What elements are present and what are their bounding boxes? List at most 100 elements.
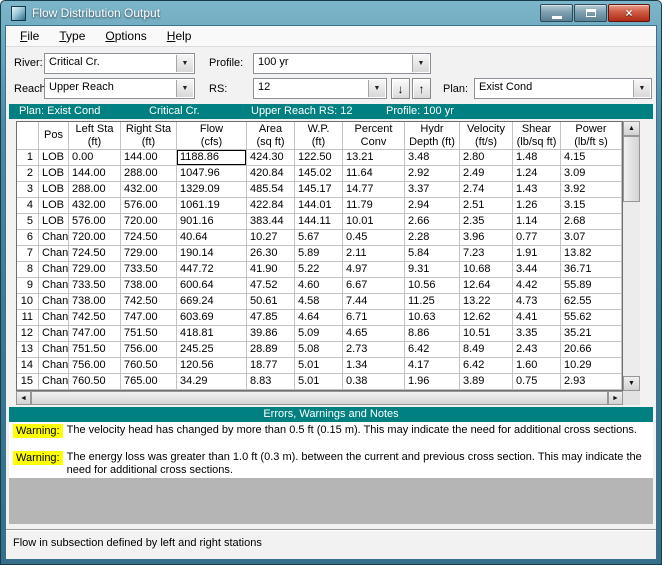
table-cell[interactable]: 13.22	[460, 294, 513, 310]
table-cell[interactable]: 3.37	[405, 182, 460, 198]
table-cell[interactable]: 14.77	[343, 182, 405, 198]
table-cell[interactable]: 756.00	[69, 358, 121, 374]
table-cell[interactable]: 62.55	[561, 294, 622, 310]
table-cell[interactable]: 1.91	[513, 246, 561, 262]
table-cell[interactable]: 8.83	[247, 374, 295, 390]
table-cell[interactable]: 288.00	[121, 166, 177, 182]
table-cell[interactable]: 4.60	[295, 278, 343, 294]
table-cell[interactable]: Chan	[39, 374, 69, 390]
table-cell[interactable]: 11.79	[343, 198, 405, 214]
table-cell[interactable]: 3.89	[460, 374, 513, 390]
table-cell[interactable]: 10.56	[405, 278, 460, 294]
table-cell[interactable]: 8.86	[405, 326, 460, 342]
table-cell[interactable]: 418.81	[177, 326, 247, 342]
table-cell[interactable]: 2.43	[513, 342, 561, 358]
table-cell[interactable]: 120.56	[177, 358, 247, 374]
table-cell[interactable]: 41.90	[247, 262, 295, 278]
table-cell[interactable]: 738.00	[121, 278, 177, 294]
table-cell[interactable]: 747.00	[121, 310, 177, 326]
table-cell[interactable]: 18.77	[247, 358, 295, 374]
table-cell[interactable]: 1.26	[513, 198, 561, 214]
table-cell[interactable]: Chan	[39, 278, 69, 294]
table-cell[interactable]: 55.62	[561, 310, 622, 326]
table-cell[interactable]: 6.67	[343, 278, 405, 294]
table-cell[interactable]: 47.52	[247, 278, 295, 294]
table-cell[interactable]: LOB	[39, 198, 69, 214]
table-cell[interactable]: 1.34	[343, 358, 405, 374]
table-cell[interactable]: 11.25	[405, 294, 460, 310]
chevron-down-icon[interactable]: ▼	[176, 55, 193, 72]
table-cell[interactable]: 8.49	[460, 342, 513, 358]
table-cell[interactable]: 1329.09	[177, 182, 247, 198]
table-cell[interactable]: 1047.96	[177, 166, 247, 182]
table-cell[interactable]: 2.11	[343, 246, 405, 262]
table-cell[interactable]: 36.71	[561, 262, 622, 278]
table-cell[interactable]: 2.28	[405, 230, 460, 246]
table-cell[interactable]: 765.00	[121, 374, 177, 390]
table-cell[interactable]: 432.00	[121, 182, 177, 198]
table-cell[interactable]: 5.22	[295, 262, 343, 278]
table-cell[interactable]: 432.00	[69, 198, 121, 214]
table-cell[interactable]: 738.00	[69, 294, 121, 310]
table-cell[interactable]: 1.24	[513, 166, 561, 182]
table-cell[interactable]: 6.71	[343, 310, 405, 326]
table-cell[interactable]: 2.49	[460, 166, 513, 182]
table-cell[interactable]: 5.09	[295, 326, 343, 342]
horizontal-scroll-thumb[interactable]	[31, 391, 608, 405]
table-cell[interactable]: Chan	[39, 246, 69, 262]
table-cell[interactable]: 50.61	[247, 294, 295, 310]
table-cell[interactable]: 729.00	[121, 246, 177, 262]
table-cell[interactable]: LOB	[39, 182, 69, 198]
chevron-down-icon[interactable]: ▼	[176, 80, 193, 97]
menu-file[interactable]: File	[12, 27, 47, 45]
table-cell[interactable]: 288.00	[69, 182, 121, 198]
table-cell[interactable]: 40.64	[177, 230, 247, 246]
table-cell[interactable]: 1.60	[513, 358, 561, 374]
table-cell[interactable]: 1061.19	[177, 198, 247, 214]
vertical-scrollbar[interactable]: ▲ ▼	[623, 121, 640, 391]
horizontal-scroll-track[interactable]	[31, 391, 608, 405]
table-cell[interactable]: 4.17	[405, 358, 460, 374]
scroll-right-button[interactable]: ►	[608, 391, 623, 405]
table-cell[interactable]: 122.50	[295, 150, 343, 166]
table-cell[interactable]: Chan	[39, 310, 69, 326]
table-cell[interactable]: 760.50	[69, 374, 121, 390]
table-cell[interactable]: 9.31	[405, 262, 460, 278]
chevron-down-icon[interactable]: ▼	[412, 55, 429, 72]
rs-next-button[interactable]: ↑	[412, 78, 431, 99]
table-cell[interactable]: 2.74	[460, 182, 513, 198]
table-cell[interactable]: 144.00	[69, 166, 121, 182]
scroll-up-button[interactable]: ▲	[623, 121, 640, 136]
table-cell[interactable]: 10.68	[460, 262, 513, 278]
table-cell[interactable]: 5.84	[405, 246, 460, 262]
table-cell[interactable]: 26.30	[247, 246, 295, 262]
table-cell[interactable]: Chan	[39, 342, 69, 358]
title-bar[interactable]: Flow Distribution Output ×	[5, 1, 657, 25]
table-cell[interactable]: 144.11	[295, 214, 343, 230]
table-cell[interactable]: 20.66	[561, 342, 622, 358]
table-cell[interactable]: 145.17	[295, 182, 343, 198]
table-cell[interactable]: 3.96	[460, 230, 513, 246]
rs-dropdown[interactable]: 12 ▼	[253, 78, 387, 99]
minimize-button[interactable]	[540, 4, 573, 22]
table-cell[interactable]: 13.82	[561, 246, 622, 262]
river-dropdown[interactable]: Critical Cr. ▼	[44, 53, 195, 74]
table-cell[interactable]: 0.45	[343, 230, 405, 246]
table-cell[interactable]: 1.96	[405, 374, 460, 390]
table-cell[interactable]: 4.41	[513, 310, 561, 326]
table-cell[interactable]: 600.64	[177, 278, 247, 294]
table-cell[interactable]: 2.51	[460, 198, 513, 214]
table-cell[interactable]: 4.64	[295, 310, 343, 326]
table-cell[interactable]: 190.14	[177, 246, 247, 262]
table-cell[interactable]: 5.01	[295, 358, 343, 374]
table-cell[interactable]: 12.64	[460, 278, 513, 294]
vertical-scroll-thumb[interactable]	[623, 136, 640, 202]
table-cell[interactable]: 47.85	[247, 310, 295, 326]
profile-dropdown[interactable]: 100 yr ▼	[253, 53, 431, 74]
table-cell[interactable]: 603.69	[177, 310, 247, 326]
table-cell[interactable]: 13.21	[343, 150, 405, 166]
table-cell[interactable]: 28.89	[247, 342, 295, 358]
table-cell[interactable]: 724.50	[121, 230, 177, 246]
table-cell[interactable]: 4.15	[561, 150, 622, 166]
table-cell[interactable]: 751.50	[121, 326, 177, 342]
